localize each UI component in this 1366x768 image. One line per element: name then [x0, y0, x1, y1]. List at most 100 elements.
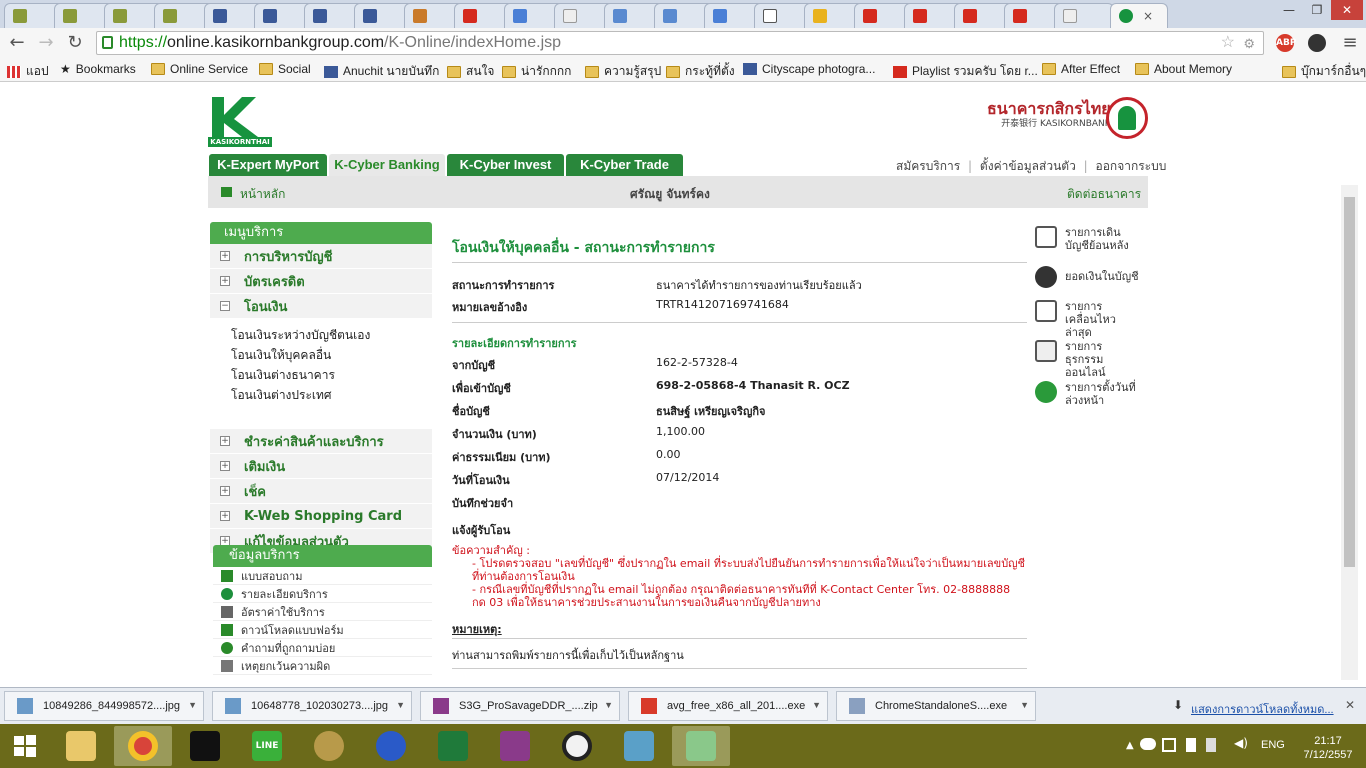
menu-k-web-shopping-card[interactable]: + K-Web Shopping Card: [210, 504, 432, 529]
bookmark-folder[interactable]: ความรู้สรุป: [585, 62, 661, 81]
line-button[interactable]: LINE: [238, 726, 296, 766]
menu-icon[interactable]: ≡: [1338, 31, 1362, 55]
show-all-downloads-link[interactable]: แสดงการดาวน์โหลดทั้งหมด...: [1191, 700, 1334, 718]
menu-bill-payment[interactable]: + ชำระค่าสินค้าและบริการ: [210, 429, 432, 454]
scrollbar-thumb[interactable]: [1344, 197, 1355, 567]
download-item[interactable]: avg_free_x86_all_201....exe ▼: [628, 691, 828, 721]
info-label: แบบสอบถาม: [241, 569, 303, 583]
window-icon: [663, 9, 677, 23]
battery-icon[interactable]: [1186, 738, 1196, 752]
chevron-down-icon[interactable]: ▼: [396, 700, 405, 710]
info-service-rates[interactable]: อัตราค่าใช้บริการ: [213, 603, 432, 621]
tab-k-cyber-invest[interactable]: K-Cyber Invest: [447, 154, 564, 176]
tab-k-cyber-banking[interactable]: K-Cyber Banking: [329, 154, 445, 176]
bookmark-item[interactable]: Cityscape photogra...: [743, 62, 875, 76]
bookmark-folder[interactable]: Social: [259, 62, 311, 76]
close-download-bar-icon[interactable]: ✕: [1345, 698, 1355, 712]
back-arrow-icon[interactable]: ←: [5, 31, 29, 55]
chevron-down-icon[interactable]: ▼: [1020, 700, 1029, 710]
bookmark-folder[interactable]: สนใจ: [447, 62, 494, 81]
incognito-icon[interactable]: [1308, 34, 1326, 52]
drive-button[interactable]: [672, 726, 730, 766]
download-item[interactable]: ChromeStandaloneS....exe ▼: [836, 691, 1036, 721]
app-button[interactable]: [362, 726, 420, 766]
close-tab-icon[interactable]: ×: [1143, 9, 1153, 23]
logout-link[interactable]: ออกจากระบบ: [1096, 159, 1167, 173]
photo-viewer-button[interactable]: [610, 726, 668, 766]
cmd-button[interactable]: [176, 726, 234, 766]
bookmark-folder[interactable]: After Effect: [1042, 62, 1120, 76]
panda-button[interactable]: [548, 726, 606, 766]
submenu-own-account-transfer[interactable]: โอนเงินระหว่างบัญชีตนเอง: [210, 322, 432, 342]
browser-tab[interactable]: [1054, 3, 1114, 28]
page-scrollbar[interactable]: [1341, 185, 1358, 680]
menu-cheque[interactable]: + เช็ค: [210, 479, 432, 504]
adblock-icon[interactable]: ABP: [1276, 34, 1296, 52]
submenu-third-party-transfer[interactable]: โอนเงินให้บุคคลอื่น: [210, 342, 432, 362]
submenu-international-transfer[interactable]: โอนเงินต่างประเทศ: [210, 382, 432, 402]
address-bar[interactable]: https://online.kasikornbankgroup.com/K-O…: [96, 31, 1264, 55]
info-survey[interactable]: แบบสอบถาม: [213, 567, 432, 585]
info-download-forms[interactable]: ดาวน์โหลดแบบฟอร์ม: [213, 621, 432, 639]
quick-link-statement[interactable]: รายการเดินบัญชีย้อนหลัง: [1035, 226, 1140, 252]
chevron-down-icon[interactable]: ▼: [604, 700, 613, 710]
chrome-button[interactable]: [114, 726, 172, 766]
chevron-down-icon[interactable]: ▼: [812, 700, 821, 710]
file-explorer-button[interactable]: [52, 726, 110, 766]
kbank-favicon-icon: [63, 9, 77, 23]
reload-icon[interactable]: ↻: [63, 31, 87, 55]
download-item[interactable]: S3G_ProSavageDDR_....zip ▼: [420, 691, 620, 721]
menu-account-management[interactable]: + การบริหารบัญชี: [210, 244, 432, 269]
menu-transfer[interactable]: − โอนเงิน: [210, 294, 432, 319]
quick-link-balance[interactable]: ยอดเงินในบัญชี: [1035, 266, 1140, 288]
settings-link[interactable]: ตั้งค่าข้อมูลส่วนตัว: [980, 159, 1076, 173]
bookmark-label: บุ๊กมาร์กอื่นๆ: [1301, 64, 1366, 78]
info-service-details[interactable]: รายละเอียดบริการ: [213, 585, 432, 603]
network-icon[interactable]: [1162, 738, 1176, 752]
bookmark-item[interactable]: Playlist รวมครับ โดย r...: [893, 62, 1038, 81]
star-icon[interactable]: ☆: [1221, 32, 1235, 54]
chevron-down-icon[interactable]: ▼: [188, 700, 197, 710]
info-disclaimer[interactable]: เหตุยกเว้นความผิด: [213, 657, 432, 675]
volume-icon[interactable]: ◀): [1234, 736, 1248, 750]
start-button[interactable]: [0, 726, 50, 766]
bookmark-item[interactable]: Anuchit นายบันทึก: [324, 62, 439, 81]
quick-link-scheduled[interactable]: รายการตั้งวันที่ล่วงหน้า: [1035, 381, 1140, 407]
excel-button[interactable]: [424, 726, 482, 766]
disk-tool-button[interactable]: [300, 726, 358, 766]
onedrive-icon[interactable]: [1140, 738, 1156, 750]
bookmark-apps[interactable]: แอป: [7, 62, 49, 81]
bookmark-folder[interactable]: Online Service: [151, 62, 248, 76]
menu-top-up[interactable]: + เติมเงิน: [210, 454, 432, 479]
expand-icon: +: [220, 436, 230, 446]
menu-credit-card[interactable]: + บัตรเครดิต: [210, 269, 432, 294]
bookmark-folder[interactable]: น่ารักกกก: [502, 62, 571, 81]
info-faq[interactable]: คำถามที่ถูกถามบ่อย: [213, 639, 432, 657]
bookmark-folder[interactable]: กระทู้ที่ตั้ง: [666, 62, 735, 81]
contact-bank-link[interactable]: ติดต่อธนาคาร: [1067, 185, 1141, 204]
wrench-icon[interactable]: ⚙: [1243, 33, 1255, 55]
bookmark-item[interactable]: ★ Bookmarks: [60, 62, 136, 76]
maximize-button[interactable]: ❐: [1303, 0, 1331, 20]
download-item[interactable]: 10849286_844998572....jpg ▼: [4, 691, 204, 721]
tray-chevron-icon[interactable]: ▲: [1126, 740, 1134, 751]
input-language[interactable]: ENG: [1261, 739, 1285, 751]
home-link[interactable]: หน้าหลัก: [240, 185, 285, 204]
tab-k-cyber-trade[interactable]: K-Cyber Trade: [566, 154, 683, 176]
close-window-button[interactable]: ✕: [1331, 0, 1363, 20]
kasikornthai-logo[interactable]: KASIKORNTHAI: [208, 95, 272, 147]
quick-link-online-transactions[interactable]: รายการธุรกรรมออนไลน์: [1035, 340, 1140, 379]
other-bookmarks[interactable]: บุ๊กมาร์กอื่นๆ: [1282, 62, 1366, 81]
submenu-interbank-transfer[interactable]: โอนเงินต่างธนาคาร: [210, 362, 432, 382]
winrar-button[interactable]: [486, 726, 544, 766]
register-link[interactable]: สมัครบริการ: [896, 159, 960, 173]
quick-link-recent-movement[interactable]: รายการเคลื่อนไหวล่าสุด: [1035, 300, 1140, 339]
usb-icon[interactable]: [1206, 738, 1216, 752]
bookmark-folder[interactable]: About Memory: [1135, 62, 1232, 76]
active-browser-tab[interactable]: ×: [1110, 3, 1168, 28]
minimize-button[interactable]: —: [1275, 0, 1303, 20]
system-clock[interactable]: 21:17 7/12/2557: [1295, 734, 1361, 762]
tab-k-expert-myport[interactable]: K-Expert MyPort: [209, 154, 327, 176]
download-item[interactable]: 10648778_102030273....jpg ▼: [212, 691, 412, 721]
forward-arrow-icon[interactable]: →: [34, 31, 58, 55]
